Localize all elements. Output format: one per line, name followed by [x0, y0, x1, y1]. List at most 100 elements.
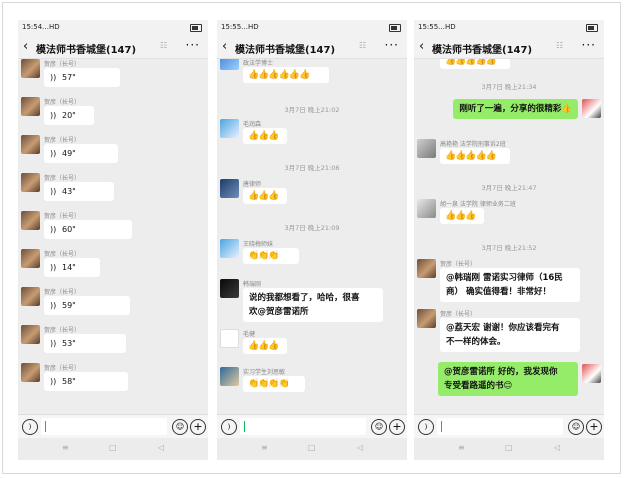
- menu-nav-icon[interactable]: ≡: [62, 443, 69, 452]
- more-icon[interactable]: ···: [186, 38, 200, 52]
- timestamp: 3月7日 晚上21:06: [284, 164, 340, 172]
- text-message[interactable]: @韩瑞刚 雷诺实习律师（16民 商） 确实值得看！非常好！: [440, 268, 580, 302]
- voice-duration: 43": [62, 187, 76, 196]
- emoji-message[interactable]: 👏👏👏👏: [243, 376, 305, 392]
- home-nav-icon[interactable]: □: [505, 443, 513, 452]
- voice-input-icon[interactable]: ): [22, 419, 38, 435]
- avatar[interactable]: [21, 325, 40, 344]
- message-list[interactable]: 贺彦（长号） )) 57" 贺彦（长号） )) 20" 贺彦（长号） )) 49" 贺…: [18, 59, 208, 414]
- back-nav-icon[interactable]: ◁: [554, 443, 560, 452]
- message-list[interactable]: 👍👍👍👍👍 3月7日 晚上21:34 刚听了一遍，分享的很精彩👍 高艳艳 法学院…: [414, 59, 604, 414]
- avatar[interactable]: [220, 279, 239, 298]
- message-input[interactable]: [41, 418, 167, 435]
- chat-title: 模法师书香城堡(147): [36, 45, 137, 56]
- message-line: 说的我都想看了，哈哈，很喜: [249, 293, 360, 303]
- voice-message[interactable]: )) 53": [44, 334, 126, 353]
- plus-icon[interactable]: +: [586, 419, 602, 435]
- signal-icon: …HD: [42, 23, 60, 31]
- phone-screen-1: 15:54 …HD ‹ 模法师书香城堡(147) ☷ ··· 贺彦（长号） ))…: [18, 20, 208, 460]
- battery-icon: [190, 24, 202, 32]
- avatar[interactable]: [21, 363, 40, 382]
- back-icon[interactable]: ‹: [23, 39, 28, 54]
- voice-duration: 49": [62, 149, 76, 158]
- avatar[interactable]: [21, 249, 40, 268]
- avatar[interactable]: [417, 309, 436, 328]
- avatar[interactable]: [21, 135, 40, 154]
- status-bar: 15:54 …HD: [18, 20, 208, 36]
- voice-icon: )): [50, 377, 57, 386]
- emoji-message[interactable]: 👍👍👍👍👍👍: [243, 67, 329, 83]
- voice-input-icon[interactable]: ): [418, 419, 434, 435]
- avatar[interactable]: [220, 239, 239, 258]
- emoji-message[interactable]: 👍👍👍: [243, 338, 287, 354]
- voice-message[interactable]: )) 59": [44, 296, 130, 315]
- text-message[interactable]: 说的我都想看了，哈哈，很喜 欢@贺彦雷诺所: [243, 288, 383, 322]
- sender-name: 贺彦（长号）: [44, 327, 81, 334]
- avatar[interactable]: [21, 287, 40, 306]
- chat-header: ‹ 模法师书香城堡(147) ☷ ···: [217, 36, 407, 59]
- emoji-message[interactable]: 👍👍👍: [243, 188, 287, 204]
- avatar[interactable]: [220, 329, 239, 348]
- menu-nav-icon[interactable]: ≡: [261, 443, 268, 452]
- sender-name: 贺彦（长号）: [44, 175, 81, 182]
- avatar[interactable]: [21, 173, 40, 192]
- message-line: 专受看路遥的书😊: [444, 381, 513, 391]
- back-icon[interactable]: ‹: [222, 39, 227, 54]
- avatar[interactable]: [417, 259, 436, 278]
- sender-name: 毛健: [243, 331, 256, 338]
- more-icon[interactable]: ···: [385, 38, 399, 52]
- back-nav-icon[interactable]: ◁: [357, 443, 363, 452]
- text-message[interactable]: @荔天宏 谢谢！你应该看完有 不一样的体会。: [440, 318, 580, 352]
- plus-icon[interactable]: +: [190, 419, 206, 435]
- voice-input-icon[interactable]: ): [221, 419, 237, 435]
- message-list[interactable]: 政法学博士 👍👍👍👍👍👍 3月7日 晚上21:02 毛润森 👍👍👍 3月7日 晚…: [217, 59, 407, 414]
- plus-icon[interactable]: +: [389, 419, 405, 435]
- voice-message[interactable]: )) 58": [44, 372, 128, 391]
- sender-name: 贺彦（长号）: [44, 61, 81, 68]
- voice-message[interactable]: )) 20": [44, 106, 94, 125]
- voice-message[interactable]: )) 57": [44, 68, 120, 87]
- emoji-icon[interactable]: ☺: [371, 419, 387, 435]
- status-bar: 15:55 …HD: [414, 20, 604, 36]
- message-input[interactable]: [437, 418, 563, 435]
- back-icon[interactable]: ‹: [419, 39, 424, 54]
- voice-message[interactable]: )) 49": [44, 144, 118, 163]
- voice-icon: )): [50, 225, 57, 234]
- avatar[interactable]: [21, 211, 40, 230]
- avatar[interactable]: [417, 139, 436, 158]
- emoji-icon[interactable]: ☺: [172, 419, 188, 435]
- avatar[interactable]: [582, 99, 601, 118]
- emoji-message[interactable]: 👍👍👍👍👍: [440, 59, 510, 69]
- avatar[interactable]: [220, 179, 239, 198]
- timestamp: 3月7日 晚上21:34: [481, 83, 537, 91]
- sender-name: 实习学生刘思敏: [243, 369, 286, 376]
- emoji-message[interactable]: 👍👍👍: [440, 208, 484, 224]
- voice-icon: )): [50, 339, 57, 348]
- home-nav-icon[interactable]: □: [109, 443, 117, 452]
- voice-message[interactable]: )) 14": [44, 258, 100, 277]
- menu-nav-icon[interactable]: ≡: [458, 443, 465, 452]
- avatar[interactable]: [417, 199, 436, 218]
- sender-name: 贺彦（长号）: [44, 251, 81, 258]
- mute-icon: ☷: [160, 41, 168, 50]
- avatar[interactable]: [220, 59, 239, 70]
- avatar[interactable]: [21, 97, 40, 116]
- emoji-message[interactable]: 👍👍👍: [243, 128, 287, 144]
- more-icon[interactable]: ···: [582, 38, 596, 52]
- avatar[interactable]: [21, 59, 40, 78]
- my-text-message[interactable]: @贺彦雷诺所 好的，我发现你 专受看路遥的书😊: [438, 362, 578, 396]
- timestamp: 3月7日 晚上21:02: [284, 106, 340, 114]
- avatar[interactable]: [220, 367, 239, 386]
- system-nav-bar: ≡ □ ◁: [217, 438, 407, 460]
- voice-message[interactable]: )) 60": [44, 220, 132, 239]
- voice-message[interactable]: )) 43": [44, 182, 114, 201]
- back-nav-icon[interactable]: ◁: [158, 443, 164, 452]
- emoji-icon[interactable]: ☺: [568, 419, 584, 435]
- emoji-message[interactable]: 👏👏👏: [243, 248, 299, 264]
- home-nav-icon[interactable]: □: [308, 443, 316, 452]
- avatar[interactable]: [582, 364, 601, 383]
- emoji-message[interactable]: 👍👍👍👍👍: [440, 148, 510, 164]
- message-input[interactable]: [240, 418, 366, 435]
- avatar[interactable]: [220, 119, 239, 138]
- my-text-message[interactable]: 刚听了一遍，分享的很精彩👍: [453, 99, 578, 119]
